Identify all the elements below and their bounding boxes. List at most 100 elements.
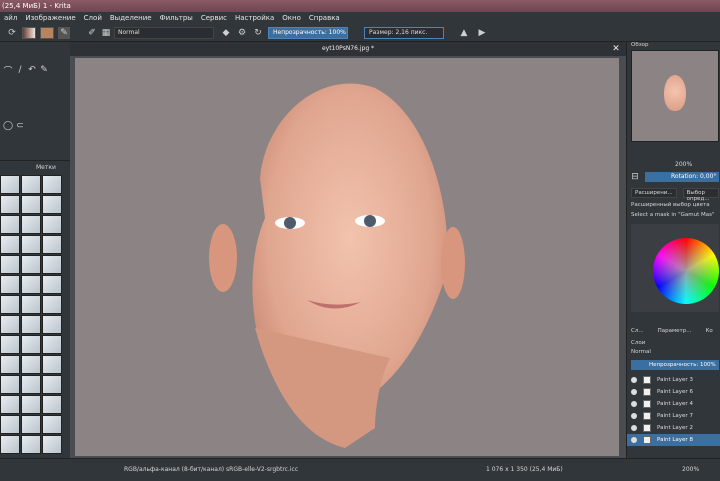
brush-preset[interactable] [42,175,62,194]
document-tab[interactable]: eyt10PsN76.jpg * [70,42,626,56]
alpha-lock-icon[interactable]: ⚙ [236,27,248,39]
menu-window[interactable]: Окно [278,12,305,24]
brush-preset[interactable] [42,375,62,394]
menu-filters[interactable]: Фильтры [156,12,197,24]
brush-preset[interactable] [0,175,20,194]
brush-preset[interactable] [21,175,41,194]
drawing-canvas[interactable] [75,58,619,456]
reload-icon[interactable]: ↻ [252,27,264,39]
brush-preset[interactable] [0,275,20,294]
eye-icon[interactable] [631,437,637,443]
pen-icon[interactable]: ✎ [38,64,50,76]
brush-preset[interactable] [21,275,41,294]
status-zoom[interactable]: 200% [682,459,699,481]
brush-preset[interactable] [21,215,41,234]
tab-advanced-color[interactable]: Расширени... [631,188,677,198]
brush-preset[interactable] [42,255,62,274]
brush-preset[interactable] [21,295,41,314]
eye-icon[interactable] [631,413,637,419]
brush-preset[interactable] [21,195,41,214]
brush-preset[interactable] [0,355,20,374]
eye-icon[interactable] [631,401,637,407]
layer-row[interactable]: Paint Layer 6 [627,386,720,398]
brush-preset[interactable] [0,255,20,274]
eye-icon[interactable] [631,377,637,383]
mirror-icon[interactable]: ▲ [458,27,470,39]
select-icon[interactable]: ◯ [2,120,14,132]
brush-preset[interactable] [42,215,62,234]
menu-tools[interactable]: Сервис [197,12,231,24]
brush-preset[interactable] [21,355,41,374]
grid-icon[interactable]: ▦ [100,27,112,39]
line-icon[interactable]: ∕ [14,64,26,76]
brush-preset[interactable] [0,215,20,234]
brush-tag-label[interactable]: Метки [36,164,56,171]
brush-preset[interactable] [21,375,41,394]
brush-preset[interactable] [42,395,62,414]
overview-thumbnail[interactable] [631,50,719,142]
brush-preset[interactable] [42,195,62,214]
lasso-icon[interactable]: ⊂ [14,120,26,132]
layer-row[interactable]: Paint Layer 3 [627,374,720,386]
brush-preset[interactable] [21,395,41,414]
play-icon[interactable]: ▶ [476,27,488,39]
tab-other[interactable]: Ко [705,328,712,338]
menu-help[interactable]: Справка [305,12,344,24]
brush-preset[interactable] [42,235,62,254]
brush-preset[interactable] [21,435,41,454]
brush-preset[interactable] [0,315,20,334]
opacity-slider[interactable]: Непрозрачность: 100% [268,27,348,39]
brush-preset[interactable] [21,315,41,334]
refresh-icon[interactable]: ⟳ [6,27,18,39]
brush-preset[interactable] [42,355,62,374]
overview-zoom[interactable]: 200% [627,160,720,170]
brush-preset[interactable] [42,315,62,334]
menu-select[interactable]: Выделение [106,12,156,24]
brush-preset[interactable] [0,295,20,314]
brush-preset[interactable] [21,235,41,254]
blend-mode-select[interactable]: Normal [114,27,214,39]
layer-row-selected[interactable]: Paint Layer 8 [627,434,720,446]
brush-preset[interactable] [42,295,62,314]
tab-layers[interactable]: Сл... [631,328,644,338]
brush-preset[interactable] [21,415,41,434]
color-wheel[interactable] [653,238,719,304]
brush-preset[interactable] [0,435,20,454]
size-slider[interactable]: Размер: 2,16 пикс. [364,27,444,39]
layer-opacity-slider[interactable]: Непрозрачность: 100% [631,360,719,370]
menu-file[interactable]: айл [0,12,21,24]
eye-icon[interactable] [631,425,637,431]
brush-preset[interactable] [0,195,20,214]
gradient-swatch[interactable] [22,27,36,39]
rotation-slider[interactable]: Rotation: 0,00° [645,172,719,182]
tab-specific-color[interactable]: Выбор опред... [682,188,719,202]
layer-blend-mode[interactable]: Normal [631,349,651,355]
brush-preset[interactable] [0,395,20,414]
tab-params[interactable]: Параметр... [658,328,692,338]
brush-preset[interactable] [42,275,62,294]
menu-layer[interactable]: Слой [80,12,106,24]
brush-preset[interactable] [0,335,20,354]
brush-preset[interactable] [21,255,41,274]
brush-preset[interactable] [21,335,41,354]
eye-icon[interactable] [631,389,637,395]
layer-row[interactable]: Paint Layer 2 [627,422,720,434]
curve-icon[interactable]: ↶ [26,64,38,76]
brush-preset[interactable] [0,415,20,434]
eraser-icon[interactable]: ◆ [220,27,232,39]
freehand-icon[interactable]: ⌒ [2,64,14,77]
menu-settings[interactable]: Настройка [231,12,278,24]
close-tab-icon[interactable]: ✕ [610,43,622,55]
brush-preset[interactable] [0,375,20,394]
brush-preset[interactable] [42,415,62,434]
pattern-swatch[interactable] [40,27,54,39]
brush-preset-icon[interactable]: ✎ [58,27,70,39]
edit-brush-icon[interactable]: ✐ [86,27,98,39]
mirror-view-icon[interactable]: ⊟ [629,171,641,183]
menu-image[interactable]: Изображение [21,12,79,24]
layer-row[interactable]: Paint Layer 4 [627,398,720,410]
brush-preset[interactable] [0,235,20,254]
brush-preset[interactable] [42,335,62,354]
brush-preset[interactable] [42,435,62,454]
layer-row[interactable]: Paint Layer 7 [627,410,720,422]
